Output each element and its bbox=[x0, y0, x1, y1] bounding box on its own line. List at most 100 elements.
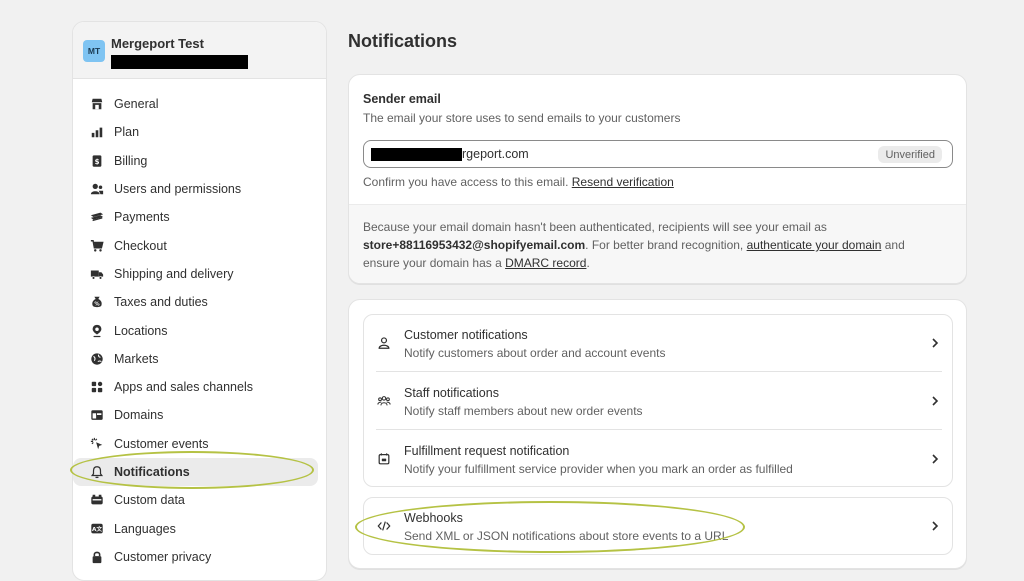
sidebar-item-label: Customer events bbox=[114, 436, 209, 451]
billing-icon: $ bbox=[89, 153, 105, 169]
plan-icon bbox=[89, 124, 105, 140]
sidebar-item-label: Notifications bbox=[114, 465, 190, 479]
sidebar-item-label: Plan bbox=[114, 125, 140, 140]
store-header[interactable]: MT Mergeport Test bbox=[73, 22, 326, 79]
sidebar-item-label: Billing bbox=[114, 153, 148, 168]
language-icon: A文 bbox=[89, 521, 105, 537]
sidebar-item-payments[interactable]: Payments bbox=[73, 203, 326, 231]
svg-text:$: $ bbox=[95, 158, 100, 166]
avatar: MT bbox=[83, 40, 105, 62]
lock-icon bbox=[89, 549, 105, 565]
code-icon bbox=[376, 518, 392, 534]
chevron-right-icon bbox=[932, 454, 939, 464]
sidebar-item-apps[interactable]: Apps and sales channels bbox=[73, 373, 326, 401]
sidebar-item-label: Checkout bbox=[114, 238, 167, 253]
info-line-2: store+88116953432@shopifyemail.com. For … bbox=[363, 238, 905, 252]
redacted-email-prefix bbox=[371, 148, 462, 161]
sidebar-item-label: Domains bbox=[114, 408, 164, 423]
sidebar-item-taxes[interactable]: % Taxes and duties bbox=[73, 288, 326, 316]
chevron-right-icon bbox=[932, 396, 939, 406]
globe-icon bbox=[89, 351, 105, 367]
sidebar-item-label: Markets bbox=[114, 351, 159, 366]
sidebar-item-label: Users and permissions bbox=[114, 182, 242, 197]
staff-notifications-row[interactable]: Staff notifications Notify staff members… bbox=[364, 373, 952, 430]
payments-icon bbox=[89, 209, 105, 225]
sender-email-card: Sender email The email your store uses t… bbox=[348, 74, 967, 284]
cursor-icon bbox=[89, 436, 105, 452]
team-icon bbox=[376, 393, 392, 409]
notifications-card: Customer notifications Notify customers … bbox=[348, 299, 967, 569]
store-name: Mergeport Test bbox=[111, 36, 204, 51]
settings-nav: General Plan $ Billing Users and permiss… bbox=[73, 90, 326, 571]
row-title: Webhooks bbox=[404, 511, 463, 525]
sidebar-item-label: Languages bbox=[114, 521, 176, 536]
calendar-icon bbox=[376, 451, 392, 467]
sidebar-item-markets[interactable]: Markets bbox=[73, 345, 326, 373]
location-icon bbox=[89, 323, 105, 339]
confirm-email-text: Confirm you have access to this email. R… bbox=[363, 175, 674, 189]
info-line-3: ensure your domain has a DMARC record. bbox=[363, 256, 590, 270]
svg-text:%: % bbox=[94, 302, 100, 308]
sender-email-value: rgeport.com bbox=[462, 147, 529, 161]
sidebar-item-label: Apps and sales channels bbox=[114, 380, 253, 395]
chevron-right-icon bbox=[932, 338, 939, 348]
row-title: Staff notifications bbox=[404, 386, 499, 400]
sidebar-item-label: Taxes and duties bbox=[114, 295, 208, 310]
sidebar-item-users[interactable]: Users and permissions bbox=[73, 175, 326, 203]
bell-icon bbox=[89, 464, 105, 480]
fulfillment-request-row[interactable]: Fulfillment request notification Notify … bbox=[364, 431, 952, 486]
sidebar-item-label: Shipping and delivery bbox=[114, 266, 234, 281]
apps-icon bbox=[89, 379, 105, 395]
cart-icon bbox=[89, 238, 105, 254]
dmarc-record-link[interactable]: DMARC record bbox=[505, 256, 586, 270]
row-description: Notify staff members about new order eve… bbox=[404, 404, 643, 418]
domain-icon bbox=[89, 407, 105, 423]
sidebar-item-billing[interactable]: $ Billing bbox=[73, 147, 326, 175]
sidebar-item-customer-privacy[interactable]: Customer privacy bbox=[73, 543, 326, 571]
custom-data-icon bbox=[89, 492, 105, 508]
webhooks-row[interactable]: Webhooks Send XML or JSON notifications … bbox=[364, 498, 952, 554]
sidebar-item-domains[interactable]: Domains bbox=[73, 401, 326, 429]
sidebar-item-plan[interactable]: Plan bbox=[73, 118, 326, 146]
sidebar-item-label: Custom data bbox=[114, 493, 185, 508]
sender-email-label: Sender email bbox=[363, 92, 441, 106]
redacted-store-url bbox=[111, 55, 248, 69]
row-title: Fulfillment request notification bbox=[404, 444, 570, 458]
status-badge: Unverified bbox=[878, 146, 942, 163]
sidebar-item-general[interactable]: General bbox=[73, 90, 326, 118]
person-icon bbox=[376, 335, 392, 351]
sidebar-item-languages[interactable]: A文 Languages bbox=[73, 514, 326, 542]
sidebar-item-custom-data[interactable]: Custom data bbox=[73, 486, 326, 514]
sidebar-item-label: Locations bbox=[114, 323, 168, 338]
sidebar-item-checkout[interactable]: Checkout bbox=[73, 231, 326, 259]
row-title: Customer notifications bbox=[404, 328, 528, 342]
notification-types-group: Customer notifications Notify customers … bbox=[363, 314, 953, 487]
svg-text:A文: A文 bbox=[92, 525, 102, 533]
domain-auth-info: Because your email domain hasn't been au… bbox=[349, 204, 966, 283]
users-icon bbox=[89, 181, 105, 197]
sidebar-item-notifications[interactable]: Notifications bbox=[73, 457, 318, 487]
chevron-right-icon bbox=[932, 521, 939, 531]
page-title: Notifications bbox=[348, 31, 458, 51]
truck-icon bbox=[89, 266, 105, 282]
store-icon bbox=[89, 96, 105, 112]
customer-notifications-row[interactable]: Customer notifications Notify customers … bbox=[364, 315, 952, 372]
authenticate-domain-link[interactable]: authenticate your domain bbox=[747, 238, 882, 252]
row-description: Notify your fulfillment service provider… bbox=[404, 462, 793, 476]
info-line-1: Because your email domain hasn't been au… bbox=[363, 220, 827, 234]
sidebar-item-label: Customer privacy bbox=[114, 549, 212, 564]
row-description: Send XML or JSON notifications about sto… bbox=[404, 529, 729, 543]
sender-email-field[interactable]: rgeport.com Unverified bbox=[363, 140, 953, 168]
tax-icon: % bbox=[89, 294, 105, 310]
settings-sidebar: MT Mergeport Test General Plan $ Billing bbox=[72, 21, 327, 581]
row-description: Notify customers about order and account… bbox=[404, 346, 666, 360]
sidebar-item-label: General bbox=[114, 97, 159, 112]
sidebar-item-locations[interactable]: Locations bbox=[73, 316, 326, 344]
sidebar-item-shipping[interactable]: Shipping and delivery bbox=[73, 260, 326, 288]
shopify-email-address: store+88116953432@shopifyemail.com bbox=[363, 238, 586, 252]
sidebar-item-label: Payments bbox=[114, 210, 170, 225]
sidebar-item-customer-events[interactable]: Customer events bbox=[73, 430, 326, 458]
webhooks-group: Webhooks Send XML or JSON notifications … bbox=[363, 497, 953, 555]
resend-verification-link[interactable]: Resend verification bbox=[572, 175, 674, 189]
sender-email-description: The email your store uses to send emails… bbox=[363, 111, 681, 125]
